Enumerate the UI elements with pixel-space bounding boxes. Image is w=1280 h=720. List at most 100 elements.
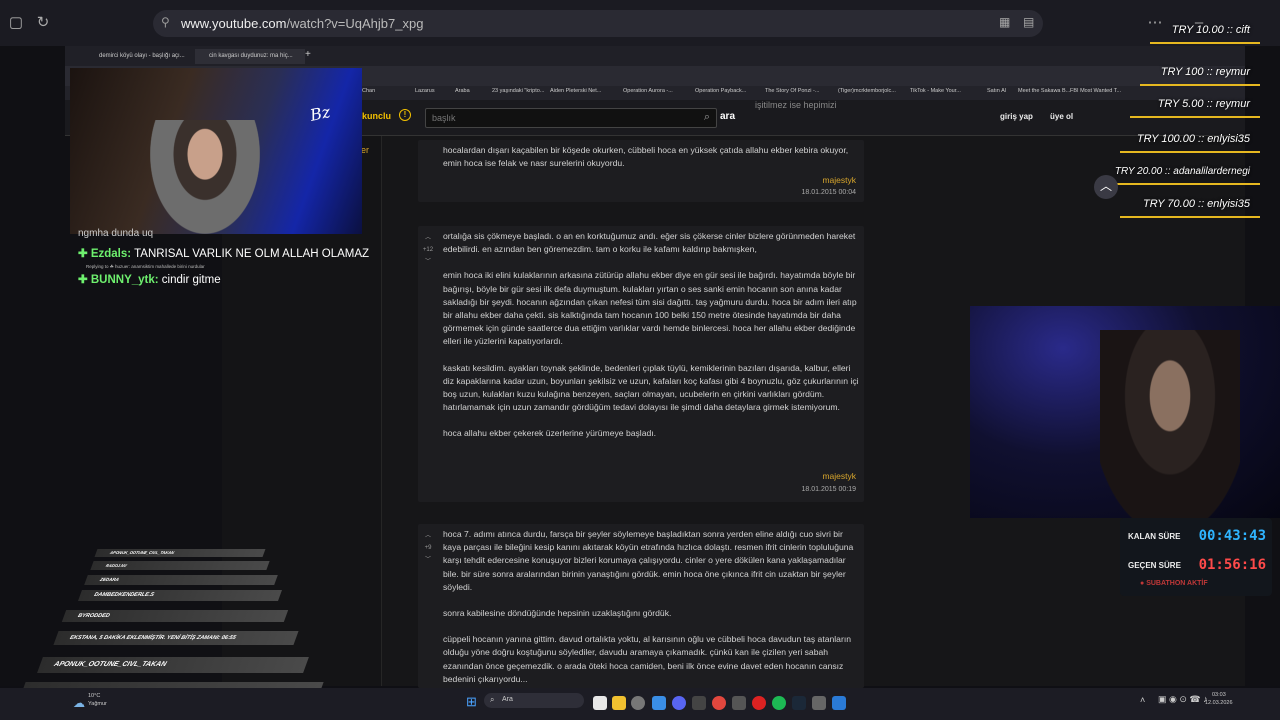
vote-count: +9 bbox=[424, 545, 432, 551]
reload-icon[interactable]: ↻ bbox=[34, 14, 52, 32]
steam-icon[interactable] bbox=[792, 696, 806, 710]
downvote-icon[interactable]: ﹀ bbox=[422, 554, 434, 566]
register-link[interactable]: üye ol bbox=[1050, 112, 1073, 121]
bookmark[interactable]: (Tiger)mcrktemborjolc... bbox=[838, 88, 896, 94]
entry-date[interactable]: 18.01.2015 00:04 bbox=[802, 189, 857, 196]
weather-icon[interactable]: ☁ bbox=[73, 696, 85, 710]
chat-message: ✚ BUNNY_ytk: cindir gitme bbox=[78, 274, 221, 286]
record-icon[interactable] bbox=[752, 696, 766, 710]
entry-author[interactable]: majestyk bbox=[822, 175, 856, 185]
bookmark[interactable]: Meet the Sakawa B... bbox=[1018, 88, 1070, 94]
bookmark[interactable]: The Story Of Ponzi -... bbox=[765, 88, 819, 94]
donation-entry: TRY 100 :: reymur bbox=[1160, 66, 1250, 78]
app-icon[interactable] bbox=[692, 696, 706, 710]
remaining-value: 00:43:43 bbox=[1198, 528, 1266, 544]
elapsed-value: 01:56:16 bbox=[1198, 557, 1266, 573]
file-explorer-icon[interactable] bbox=[612, 696, 626, 710]
game-feed-row: RADOJ.NV bbox=[90, 561, 270, 570]
game-feed-row: APONUK_OOTUNE_CIVL_TAKAN bbox=[94, 549, 266, 557]
search-input[interactable]: başlık ⌕ bbox=[425, 108, 717, 128]
login-link[interactable]: giriş yap bbox=[1000, 112, 1033, 121]
spotify-icon[interactable] bbox=[772, 696, 786, 710]
donation-entry: TRY 100.00 :: enlyisi35 bbox=[1136, 133, 1250, 145]
donation-entry: TRY 20.00 :: adanalilardernegi bbox=[1114, 166, 1250, 177]
upvote-icon[interactable]: ︿ bbox=[422, 530, 434, 542]
bookmark[interactable]: Aiden Pleterski Net... bbox=[550, 88, 601, 94]
game-feed-row: DAMBEDKENDERLE.S bbox=[77, 590, 283, 601]
chat-user: ✚ Ezdals: bbox=[78, 248, 132, 260]
reader-icon[interactable]: ▤ bbox=[1023, 15, 1034, 29]
donation-divider bbox=[1130, 116, 1260, 118]
browser-toolbar: ▢ ↻ ⚲ www.youtube.com/watch?v=UqAhjb7_xp… bbox=[0, 0, 1280, 46]
github-icon[interactable] bbox=[631, 696, 645, 710]
site-title[interactable]: kunclu bbox=[362, 111, 391, 121]
tray-icons[interactable]: ▣ ◉ ⊙ ☎ ♪ bbox=[1158, 694, 1208, 705]
vote-widget: ︿ +12 ﹀ bbox=[422, 232, 434, 268]
remaining-label: KALAN SÜRE bbox=[1128, 532, 1181, 541]
bookmark[interactable]: Araba bbox=[455, 88, 470, 94]
more-menu-icon[interactable]: ⋯ bbox=[1146, 14, 1164, 32]
bookmark[interactable]: Operation Aurora -... bbox=[623, 88, 673, 94]
taskbar-search-icon: ⌕ bbox=[490, 695, 495, 704]
address-bar[interactable]: ⚲ www.youtube.com/watch?v=UqAhjb7_xpg ▦ … bbox=[153, 10, 1043, 37]
entry-text: kaskatı kesildim. ayakları toynak şeklin… bbox=[443, 362, 859, 413]
donation-entry: TRY 10.00 :: cift bbox=[1171, 24, 1250, 36]
game-feed-row: EKSTANA, 5 DAKİKA EKLENMİŞTİR. YENİ BİTİ… bbox=[53, 631, 299, 645]
guest-figure bbox=[1100, 330, 1240, 518]
subathon-status: ● SUBATHON AKTİF bbox=[1140, 580, 1208, 587]
entry-card: hocalardan dışarı kaçabilen bir köşede o… bbox=[418, 140, 864, 202]
task-view-icon[interactable] bbox=[593, 696, 607, 710]
scroll-up-button[interactable]: ︿ bbox=[1094, 175, 1118, 199]
inner-tab-active[interactable]: cin kavgası duydunuz: ma hiç... bbox=[195, 49, 305, 64]
chat-message: ngmha dunda uq bbox=[78, 228, 154, 239]
donation-entry: TRY 5.00 :: reymur bbox=[1157, 98, 1250, 110]
entry-text: hocalardan dışarı kaçabilen bir köşede o… bbox=[443, 145, 849, 169]
app-icon[interactable] bbox=[732, 696, 746, 710]
app-icon[interactable] bbox=[812, 696, 826, 710]
site-info-icon[interactable]: ⚲ bbox=[161, 15, 170, 29]
donation-divider bbox=[1150, 42, 1260, 44]
tray-chevron-icon[interactable]: ˄ bbox=[1140, 695, 1145, 705]
bookmark[interactable]: Satın Al bbox=[987, 88, 1006, 94]
apps-icon[interactable]: ▦ bbox=[999, 15, 1010, 29]
search-placeholder: başlık bbox=[432, 113, 456, 123]
taskbar-search[interactable]: ⌕ Ara bbox=[484, 693, 584, 708]
chrome-icon[interactable] bbox=[712, 696, 726, 710]
game-feed-row: APONUK_OOTUNE_CIVL_TAKAN bbox=[37, 657, 309, 673]
clock-time[interactable]: 03:03 bbox=[1212, 692, 1226, 698]
info-icon[interactable]: ! bbox=[399, 109, 411, 121]
bookmark[interactable]: FBI Most Wanted T... bbox=[1070, 88, 1121, 94]
bookmark[interactable]: Chan bbox=[362, 88, 375, 94]
new-tab-icon[interactable]: + bbox=[305, 49, 311, 60]
chat-user: ✚ BUNNY_ytk: bbox=[78, 274, 159, 286]
edge-icon[interactable] bbox=[652, 696, 666, 710]
bookmark[interactable]: Operation Payback... bbox=[695, 88, 746, 94]
search-icon[interactable]: ⌕ bbox=[704, 111, 710, 124]
bookmark[interactable]: 23 yaşındaki "kripto... bbox=[492, 88, 544, 94]
inner-tab[interactable]: demirci köyü olayı - başlığı açı... bbox=[85, 49, 185, 64]
bookmark[interactable]: TikTok - Make Your... bbox=[910, 88, 961, 94]
search-button[interactable]: ara bbox=[720, 111, 735, 122]
entry-text: hoca allahu ekber çekerek üzerlerine yür… bbox=[443, 428, 657, 439]
inner-tab-strip: demirci köyü olayı - başlığı açı... cin … bbox=[65, 46, 1245, 66]
start-icon[interactable]: ⊞ bbox=[466, 694, 477, 710]
donation-entry: TRY 70.00 :: enlyisi35 bbox=[1142, 198, 1250, 210]
upvote-icon[interactable]: ︿ bbox=[422, 232, 434, 244]
discord-icon[interactable] bbox=[672, 696, 686, 710]
elapsed-label: GEÇEN SÜRE bbox=[1128, 561, 1181, 570]
app-icon[interactable] bbox=[832, 696, 846, 710]
chat-message: ✚ Ezdals: TANRISAL VARLIK NE OLM ALLAH O… bbox=[78, 248, 370, 260]
entry-card: ︿ +9 ﹀ hoca 7. adımı atınca durdu, farsç… bbox=[418, 524, 864, 688]
topic-link[interactable]: er bbox=[361, 145, 369, 155]
clock-date[interactable]: 12.03.2026 bbox=[1205, 700, 1233, 706]
entry-card: ︿ +12 ﹀ ortalığa sis çökmeye başladı. o … bbox=[418, 226, 864, 502]
entry-author[interactable]: majestyk bbox=[822, 471, 856, 481]
url-text: www.youtube.com/watch?v=UqAhjb7_xpg bbox=[181, 16, 424, 31]
sidebar-toggle-icon[interactable]: ▢ bbox=[7, 14, 25, 32]
downvote-icon[interactable]: ﹀ bbox=[422, 256, 434, 268]
weather-desc: Yağmur bbox=[88, 701, 107, 707]
bookmark[interactable]: Lazarus bbox=[415, 88, 435, 94]
taskbar-search-text: Ara bbox=[502, 696, 513, 703]
entry-date[interactable]: 18.01.2015 00:19 bbox=[802, 486, 857, 493]
donation-divider bbox=[1100, 183, 1260, 185]
